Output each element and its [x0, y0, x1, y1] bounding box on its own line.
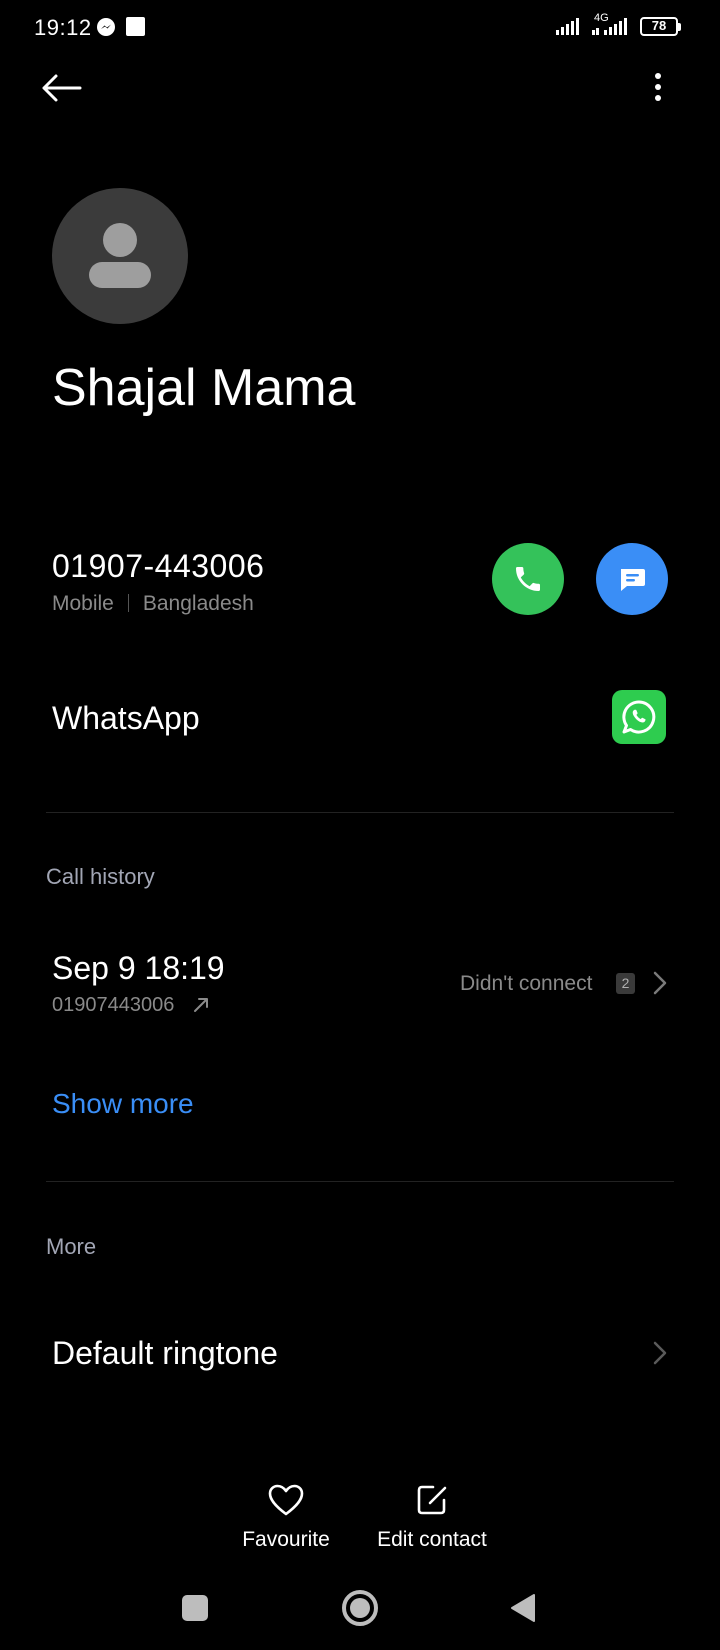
- divider: [46, 1181, 674, 1182]
- whatsapp-label[interactable]: WhatsApp: [52, 700, 200, 737]
- back-triangle-icon[interactable]: [508, 1592, 538, 1624]
- divider: [46, 812, 674, 813]
- avatar[interactable]: [52, 188, 188, 324]
- outgoing-arrow-icon: [194, 998, 208, 1012]
- arrow-left-icon: [42, 74, 82, 102]
- messenger-icon: [97, 18, 115, 36]
- favourite-label: Favourite: [242, 1528, 330, 1551]
- call-history-title: Call history: [46, 864, 155, 889]
- chevron-right-icon: [653, 1341, 667, 1365]
- whatsapp-button[interactable]: [612, 690, 666, 744]
- call-count-badge: 2: [616, 973, 635, 994]
- edit-contact-button[interactable]: Edit contact: [366, 1482, 498, 1560]
- more-options-button[interactable]: [640, 68, 676, 112]
- phone-number[interactable]: 01907-443006: [52, 548, 264, 585]
- more-vertical-icon: [655, 73, 661, 101]
- separator: [127, 594, 129, 612]
- whatsapp-icon: [622, 700, 656, 734]
- person-icon: [89, 223, 151, 288]
- signal-icon: [556, 18, 579, 35]
- edit-icon: [417, 1485, 447, 1515]
- more-section-title: More: [46, 1234, 97, 1259]
- home-dot: [350, 1598, 370, 1618]
- phone-region: Bangladesh: [142, 592, 254, 615]
- heart-icon: [268, 1484, 304, 1516]
- show-more-link[interactable]: Show more: [52, 1088, 194, 1120]
- phone-icon: [516, 567, 540, 591]
- battery-level: 78: [651, 18, 667, 33]
- call-datetime: Sep 9 18:19: [52, 950, 225, 986]
- message-button[interactable]: [596, 543, 668, 615]
- status-bar: 19:12 4G 78: [0, 0, 720, 56]
- message-icon: [621, 569, 645, 591]
- recents-square-icon[interactable]: [182, 1595, 208, 1621]
- back-button[interactable]: [36, 66, 88, 110]
- phone-details: Mobile Bangladesh: [52, 592, 254, 616]
- default-ringtone-label: Default ringtone: [52, 1335, 278, 1371]
- edit-contact-label: Edit contact: [377, 1528, 487, 1551]
- battery-nub: [678, 23, 681, 31]
- phone-type: Mobile: [52, 592, 114, 615]
- chevron-right-icon: [653, 971, 667, 995]
- signal-4g-icon: [592, 18, 627, 35]
- favourite-button[interactable]: Favourite: [236, 1482, 336, 1560]
- status-time: 19:12: [34, 15, 92, 40]
- contact-name: Shajal Mama: [52, 359, 356, 417]
- call-button[interactable]: [492, 543, 564, 615]
- call-status: Didn't connect: [460, 972, 593, 995]
- call-number: 01907443006: [52, 994, 175, 1016]
- notification-square-icon: [126, 17, 145, 36]
